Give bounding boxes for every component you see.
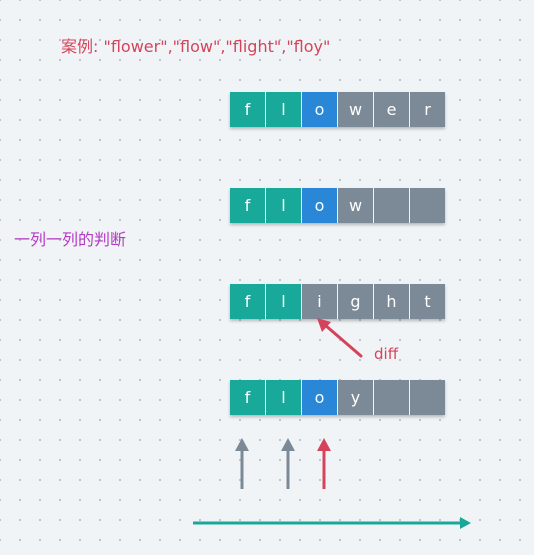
column-done-arrow-1 — [235, 438, 249, 489]
diff-label: diff — [374, 345, 399, 363]
arrows-layer — [193, 318, 471, 529]
column-done-arrow-2 — [281, 438, 295, 489]
diff-arrow — [317, 318, 363, 358]
scan-direction-arrow — [193, 517, 471, 529]
column-diff-arrow — [317, 438, 331, 489]
